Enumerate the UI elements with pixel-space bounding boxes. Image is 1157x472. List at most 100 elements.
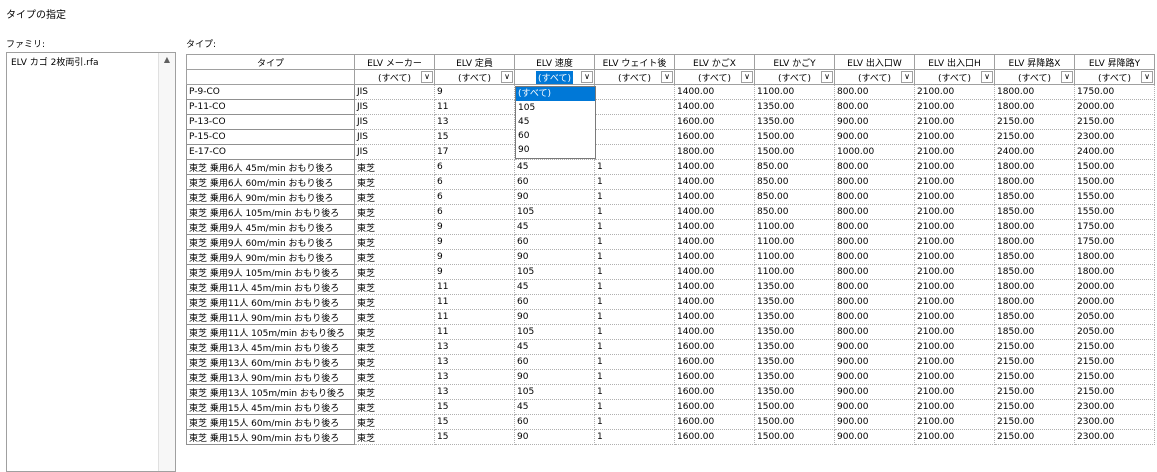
table-cell: 1500.00 [754, 399, 835, 415]
chevron-down-icon[interactable]: ∨ [1061, 71, 1073, 83]
dropdown-option[interactable]: 60 [516, 129, 595, 143]
chevron-down-icon[interactable]: ∨ [421, 71, 433, 83]
column-filter[interactable]: (すべて) ∨ [434, 69, 515, 85]
column-header[interactable]: タイプ [186, 54, 355, 70]
column-header[interactable]: ELV かごY [754, 54, 835, 70]
table-cell: 1600.00 [674, 114, 755, 130]
family-list[interactable]: ELV カゴ 2枚両引.rfa ▲ [6, 52, 176, 472]
table-row[interactable]: 東芝 乗用13人 105m/min おもり後ろ 東芝 13 105 1 1600.00 13… [186, 384, 1155, 400]
table-cell: 1400.00 [674, 279, 755, 295]
column-filter[interactable]: (すべて) ∨ [754, 69, 835, 85]
table-cell: 東芝 [354, 324, 435, 340]
table-cell: 1400.00 [674, 309, 755, 325]
type-grid[interactable]: タイプ ELV メーカー ELV 定員 ELV 速度 ELV ウェイト後 ELV かごX E… [186, 54, 1155, 445]
table-row[interactable]: 東芝 乗用11人 60m/min おもり後ろ 東芝 11 60 1 1400.00 1350… [186, 294, 1155, 310]
table-cell: 1850.00 [994, 249, 1075, 265]
column-filter[interactable]: (すべて) ∨ [594, 69, 675, 85]
column-header[interactable]: ELV 出入口H [914, 54, 995, 70]
family-list-item[interactable]: ELV カゴ 2枚両引.rfa [7, 53, 175, 70]
column-header[interactable]: ELV 出入口W [834, 54, 915, 70]
type-name-cell: P-15-CO [186, 129, 355, 145]
chevron-down-icon[interactable]: ∨ [1141, 71, 1153, 83]
table-cell: 1600.00 [674, 129, 755, 145]
column-header[interactable]: ELV 定員 [434, 54, 515, 70]
table-row[interactable]: 東芝 乗用9人 60m/min おもり後ろ 東芝 9 60 1 1400.00 1100.0… [186, 234, 1155, 250]
table-row[interactable]: 東芝 乗用6人 90m/min おもり後ろ 東芝 6 90 1 1400.00 850.00… [186, 189, 1155, 205]
dropdown-option[interactable]: 45 [516, 115, 595, 129]
dropdown-option[interactable]: (すべて) [516, 87, 595, 101]
table-row[interactable]: 東芝 乗用11人 90m/min おもり後ろ 東芝 11 90 1 1400.00 1350… [186, 309, 1155, 325]
table-cell: 900.00 [834, 399, 915, 415]
type-name-cell: 東芝 乗用13人 105m/min おもり後ろ [186, 384, 355, 400]
table-cell: 2100.00 [914, 354, 995, 370]
column-header[interactable]: ELV かごX [674, 54, 755, 70]
table-cell: 1800.00 [994, 159, 1075, 175]
column-filter[interactable]: (すべて) ∨ [514, 69, 595, 85]
chevron-down-icon[interactable]: ∨ [821, 71, 833, 83]
table-cell: JIS [354, 84, 435, 100]
table-cell: 1750.00 [1074, 84, 1155, 100]
table-cell: 1 [594, 414, 675, 430]
table-cell: 東芝 [354, 414, 435, 430]
table-row[interactable]: P-15-CO JIS 15 1600.00 1500.00 900.00 2100.00 2… [186, 129, 1155, 145]
chevron-down-icon[interactable]: ∨ [581, 71, 593, 83]
family-list-scrollbar[interactable]: ▲ [158, 53, 175, 471]
table-row[interactable]: 東芝 乗用13人 90m/min おもり後ろ 東芝 13 90 1 1600.00 1350… [186, 369, 1155, 385]
scroll-up-icon[interactable]: ▲ [159, 55, 175, 64]
table-row[interactable]: P-9-CO JIS 9 1400.00 1100.00 800.00 2100.00 180… [186, 84, 1155, 100]
table-cell: 1350.00 [754, 384, 835, 400]
table-cell: 1850.00 [994, 204, 1075, 220]
column-filter[interactable]: (すべて) ∨ [354, 69, 435, 85]
column-filter[interactable]: (すべて) ∨ [1074, 69, 1155, 85]
table-cell: 60 [514, 234, 595, 250]
column-header[interactable]: ELV 昇降路X [994, 54, 1075, 70]
column-header[interactable]: ELV ウェイト後 [594, 54, 675, 70]
column-filter[interactable]: (すべて) ∨ [834, 69, 915, 85]
column-filter[interactable]: (すべて) ∨ [994, 69, 1075, 85]
type-name-cell: E-17-CO [186, 144, 355, 160]
chevron-down-icon[interactable]: ∨ [661, 71, 673, 83]
table-row[interactable]: 東芝 乗用13人 60m/min おもり後ろ 東芝 13 60 1 1600.00 1350… [186, 354, 1155, 370]
column-filter[interactable]: (すべて) ∨ [674, 69, 755, 85]
type-name-cell: 東芝 乗用11人 90m/min おもり後ろ [186, 309, 355, 325]
table-row[interactable]: 東芝 乗用6人 60m/min おもり後ろ 東芝 6 60 1 1400.00 850.00… [186, 174, 1155, 190]
chevron-down-icon[interactable]: ∨ [901, 71, 913, 83]
chevron-down-icon[interactable]: ∨ [981, 71, 993, 83]
table-row[interactable]: P-11-CO JIS 11 1400.00 1350.00 800.00 2100.00 1… [186, 99, 1155, 115]
table-row[interactable]: 東芝 乗用13人 45m/min おもり後ろ 東芝 13 45 1 1600.00 1350… [186, 339, 1155, 355]
dropdown-option[interactable]: 90 [516, 143, 595, 157]
table-cell: 105 [514, 204, 595, 220]
table-row[interactable]: 東芝 乗用15人 45m/min おもり後ろ 東芝 15 45 1 1600.00 1500… [186, 399, 1155, 415]
table-row[interactable]: 東芝 乗用6人 105m/min おもり後ろ 東芝 6 105 1 1400.00 850.… [186, 204, 1155, 220]
table-cell: 6 [434, 174, 515, 190]
chevron-down-icon[interactable]: ∨ [501, 71, 513, 83]
dropdown-option[interactable]: 105 [516, 101, 595, 115]
table-cell: 2150.00 [994, 429, 1075, 445]
type-name-cell: 東芝 乗用9人 45m/min おもり後ろ [186, 219, 355, 235]
table-row[interactable]: 東芝 乗用15人 90m/min おもり後ろ 東芝 15 90 1 1600.00 1500… [186, 429, 1155, 445]
table-row[interactable]: 東芝 乗用9人 105m/min おもり後ろ 東芝 9 105 1 1400.00 1100… [186, 264, 1155, 280]
table-cell: 東芝 [354, 204, 435, 220]
table-cell: 60 [514, 354, 595, 370]
table-row[interactable]: 東芝 乗用15人 60m/min おもり後ろ 東芝 15 60 1 1600.00 1500… [186, 414, 1155, 430]
column-header[interactable]: ELV 速度 [514, 54, 595, 70]
table-row[interactable]: 東芝 乗用9人 90m/min おもり後ろ 東芝 9 90 1 1400.00 1100.0… [186, 249, 1155, 265]
table-cell: 800.00 [834, 84, 915, 100]
table-cell: 1 [594, 384, 675, 400]
table-cell: 東芝 [354, 174, 435, 190]
filter-value: (すべて) [377, 73, 412, 84]
table-cell: 1800.00 [994, 219, 1075, 235]
table-row[interactable]: 東芝 乗用11人 45m/min おもり後ろ 東芝 11 45 1 1400.00 1350… [186, 279, 1155, 295]
column-filter[interactable]: (すべて) ∨ [914, 69, 995, 85]
speed-filter-dropdown-list[interactable]: (すべて) 105 45 60 90 [515, 86, 596, 159]
table-cell: 2150.00 [1074, 114, 1155, 130]
chevron-down-icon[interactable]: ∨ [741, 71, 753, 83]
table-row[interactable]: 東芝 乗用6人 45m/min おもり後ろ 東芝 6 45 1 1400.00 850.00… [186, 159, 1155, 175]
column-header[interactable]: ELV メーカー [354, 54, 435, 70]
table-row[interactable]: 東芝 乗用11人 105m/min おもり後ろ 東芝 11 105 1 1400.00 13… [186, 324, 1155, 340]
table-row[interactable]: E-17-CO JIS 17 1800.00 1500.00 1000.00 2100.00… [186, 144, 1155, 160]
column-header[interactable]: ELV 昇降路Y [1074, 54, 1155, 70]
table-row[interactable]: 東芝 乗用9人 45m/min おもり後ろ 東芝 9 45 1 1400.00 1100.0… [186, 219, 1155, 235]
table-cell: 11 [434, 279, 515, 295]
table-row[interactable]: P-13-CO JIS 13 1600.00 1350.00 900.00 2100.00 2… [186, 114, 1155, 130]
